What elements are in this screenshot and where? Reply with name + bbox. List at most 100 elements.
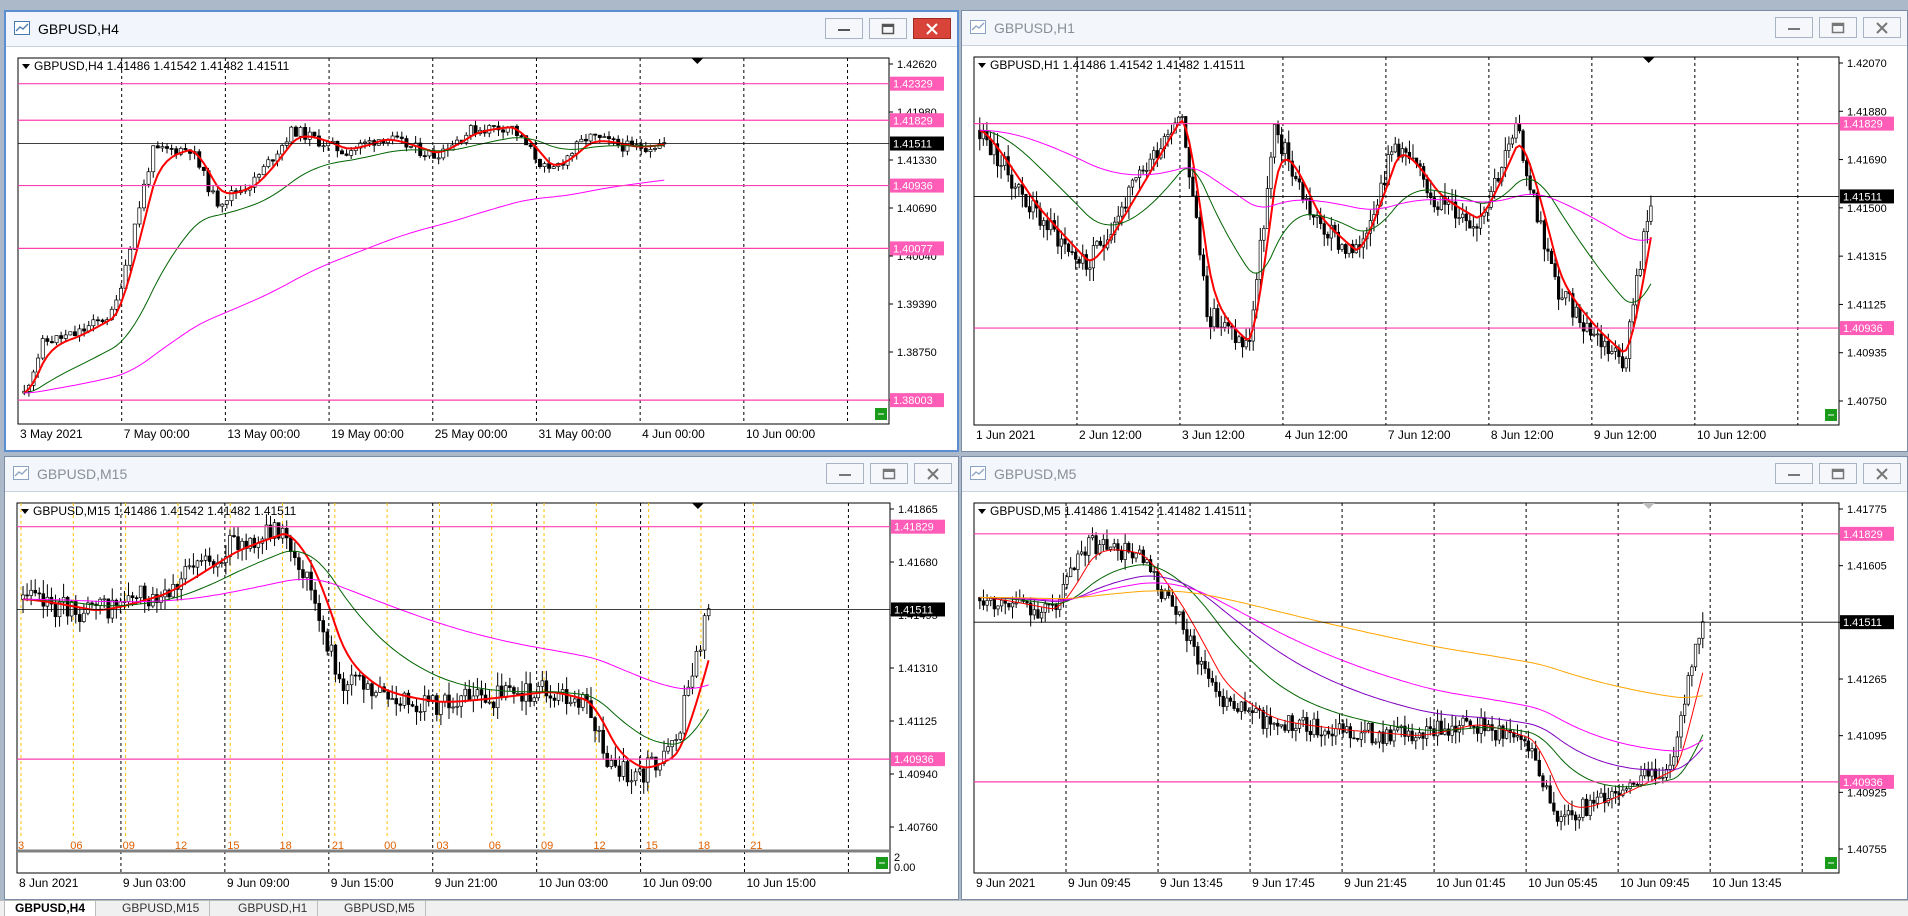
candle-body — [491, 701, 496, 709]
time-axis-label: 10 Jun 01:45 — [1436, 876, 1506, 890]
time-axis-label: 13 May 00:00 — [227, 427, 300, 441]
candle-body — [1188, 635, 1193, 641]
candle-body — [1494, 730, 1498, 741]
candle-body — [1340, 244, 1344, 250]
minimize-button[interactable] — [1775, 17, 1813, 38]
candle-body — [40, 338, 45, 359]
chart-window-h4[interactable]: GBPUSD,H4 1.42620 1.41980 1.41330 1.40690 1.… — [4, 10, 959, 452]
candle-body — [1370, 722, 1374, 744]
candle-body — [1326, 233, 1330, 239]
candle-body — [625, 761, 630, 783]
candle-body — [344, 153, 349, 156]
chart-window-m5[interactable]: GBPUSD,M5 1.417751.416051.414351.412651.… — [961, 456, 1908, 900]
chart-canvas[interactable]: 1.426201.419801.413301.406901.400401.393… — [10, 50, 953, 446]
candle-body — [1374, 741, 1378, 744]
candle-body — [298, 127, 303, 137]
tab-gbpusd-h1[interactable]: GBPUSD,H1 — [228, 901, 319, 916]
maximize-button[interactable] — [1819, 463, 1857, 484]
candle-body — [1519, 735, 1523, 740]
price-chart[interactable]: 1.417751.416051.414351.412651.410951.409… — [966, 495, 1903, 895]
maximize-icon — [1831, 468, 1845, 479]
symbol-info-line: GBPUSD,H4 1.41486 1.41542 1.41482 1.4151… — [34, 59, 290, 73]
candle-body — [439, 701, 443, 715]
candle-body — [1013, 186, 1017, 189]
chart-canvas[interactable]: 1.417751.416051.414351.412651.410951.409… — [966, 495, 1903, 895]
maximize-button[interactable] — [870, 463, 908, 484]
candle-body — [593, 133, 598, 136]
candle-body — [1272, 124, 1277, 158]
candle-body — [1091, 245, 1096, 269]
candle-body — [1356, 737, 1360, 740]
candle-body — [155, 145, 160, 149]
tab-gbpusd-m15[interactable]: GBPUSD,M15 — [112, 901, 211, 916]
candle-body — [1701, 621, 1705, 639]
candle-body — [584, 138, 588, 142]
close-button[interactable] — [913, 18, 951, 39]
candle-body — [1544, 785, 1549, 788]
chart-window-h1[interactable]: GBPUSD,H1 1.42070 1.41880 1.41690 1.41500 1.… — [961, 10, 1908, 452]
candle-body — [1649, 205, 1653, 222]
price-tick-label: 1.42070 — [1847, 58, 1887, 70]
candle-body — [142, 183, 146, 209]
candle-body — [1138, 549, 1142, 554]
close-button[interactable] — [1863, 463, 1901, 484]
level-price-label: 1.40936 — [894, 754, 934, 766]
candle-body — [1319, 734, 1323, 737]
candle-body — [1697, 637, 1701, 645]
price-chart[interactable]: 1.42620 1.41980 1.41330 1.40690 1.40040 1.393… — [10, 50, 953, 446]
time-axis-label: 7 Jun 12:00 — [1388, 428, 1451, 442]
minimize-icon — [838, 28, 850, 31]
candle-body — [1532, 189, 1536, 194]
candle-body — [1515, 735, 1520, 738]
title-bar[interactable]: GBPUSD,H1 — [962, 11, 1907, 46]
candle-body — [1457, 217, 1461, 219]
title-bar[interactable]: GBPUSD,M15 — [5, 457, 958, 492]
candle-body — [418, 142, 423, 156]
candle-body — [1095, 240, 1099, 246]
candle-body — [1493, 178, 1497, 192]
level-price-label: 1.40936 — [1843, 777, 1883, 789]
candle-body — [602, 136, 607, 138]
plot-area — [16, 502, 891, 874]
maximize-button[interactable] — [869, 18, 907, 39]
window-title: GBPUSD,M5 — [994, 466, 1077, 482]
candle-body — [1675, 736, 1679, 758]
candle-body — [1065, 576, 1069, 585]
minimize-button[interactable] — [825, 18, 863, 39]
close-button[interactable] — [914, 463, 952, 484]
minimize-button[interactable] — [826, 463, 864, 484]
tab-gbpusd-h4[interactable]: GBPUSD,H4 — [4, 901, 97, 916]
candle-body — [519, 135, 524, 137]
chart-canvas[interactable]: 1.42070 1.41880 1.41690 1.41500 1.41315 1.411… — [966, 49, 1903, 447]
minimize-button[interactable] — [1775, 463, 1813, 484]
candle-body — [1432, 728, 1436, 737]
candle-body — [1326, 730, 1331, 735]
candle-body — [1141, 169, 1145, 172]
candle-body — [455, 705, 459, 708]
close-button[interactable] — [1863, 17, 1901, 38]
title-bar[interactable]: GBPUSD,H4 — [6, 12, 957, 47]
chart-window-icon — [970, 466, 986, 480]
maximize-button[interactable] — [1819, 17, 1857, 38]
candle-body — [1272, 722, 1276, 725]
candle-body — [985, 600, 989, 606]
time-axis-label: 9 Jun 21:00 — [435, 876, 498, 890]
candle-body — [132, 223, 137, 250]
candle-body — [1525, 160, 1529, 177]
candle-body — [1425, 726, 1429, 739]
candle-body — [146, 171, 151, 185]
candle-body — [1108, 546, 1113, 550]
candle-body — [1383, 182, 1387, 186]
chart-canvas[interactable]: 3 06 09 12 15 18 21 00 03 06 09 12 15 18 2120.001.4186… — [9, 495, 954, 895]
title-bar[interactable]: GBPUSD,M5 — [962, 457, 1907, 492]
tab-gbpusd-m5[interactable]: GBPUSD,M5 — [334, 901, 426, 916]
chart-window-m15[interactable]: GBPUSD,M15 3 06 09 12 15 18 21 00 03 06 09 12 15 18 21… — [4, 456, 959, 900]
price-chart[interactable]: 3 06 09 12 15 18 21 00 03 06 09 12 15 18 21 2 0.00 1.4186… — [9, 495, 954, 895]
candle-body — [1606, 340, 1610, 354]
candle-body — [1464, 213, 1468, 222]
candle-body — [629, 780, 634, 783]
candle-body — [1039, 611, 1044, 619]
candle-body — [572, 698, 577, 703]
price-chart[interactable]: 1.42070 1.41880 1.41690 1.41500 1.41315 1.411… — [966, 49, 1903, 447]
candle-body — [160, 146, 165, 149]
